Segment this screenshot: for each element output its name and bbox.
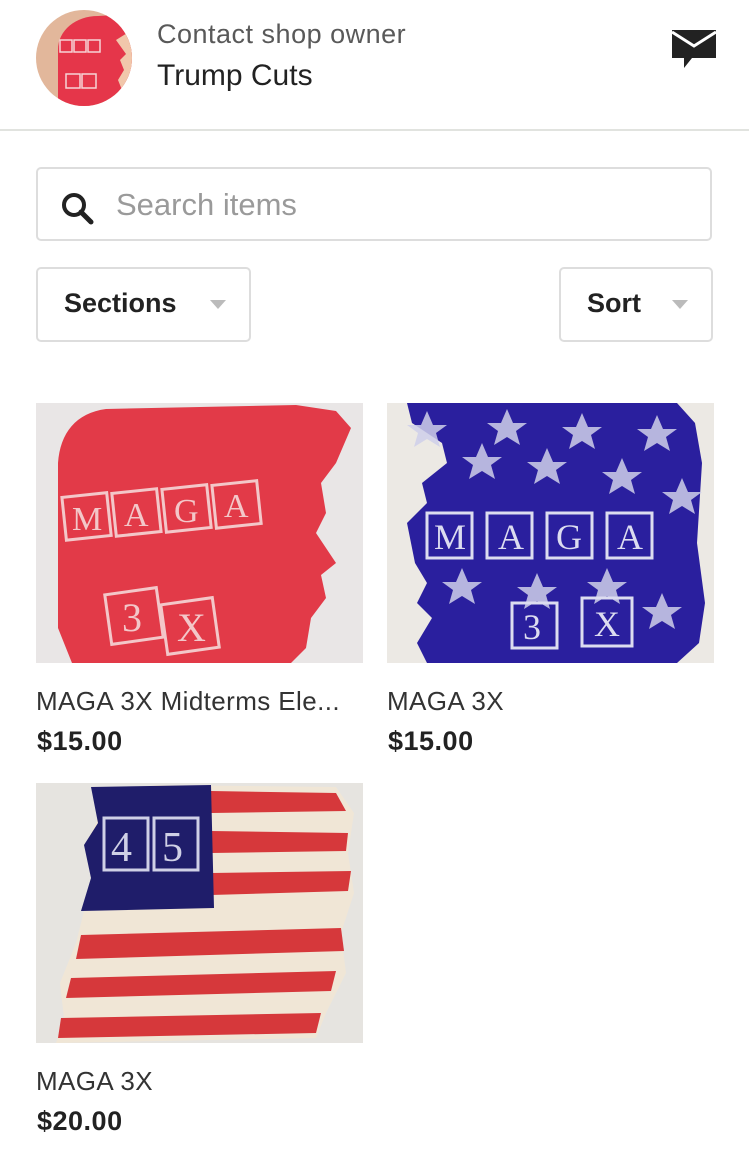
chevron-down-icon xyxy=(672,300,688,309)
avatar-image xyxy=(36,10,132,106)
shop-header: Contact shop owner Trump Cuts xyxy=(0,0,749,131)
listing-title[interactable]: MAGA 3X Midterms Ele... xyxy=(36,686,363,717)
art-letter: G xyxy=(174,493,199,530)
art-letter: M xyxy=(72,501,102,538)
listing-title[interactable]: MAGA 3X xyxy=(36,1066,363,1097)
chevron-down-icon xyxy=(210,300,226,309)
message-envelope-icon[interactable] xyxy=(670,28,718,74)
art-letter: X xyxy=(594,604,620,644)
art-letter: A xyxy=(224,488,249,525)
art-letter: 3 xyxy=(523,607,541,647)
art-letter: G xyxy=(556,517,582,557)
art-letter: 5 xyxy=(162,825,183,871)
shop-avatar[interactable] xyxy=(36,10,132,106)
search-icon xyxy=(62,193,94,225)
search-bar[interactable] xyxy=(36,167,712,241)
art-letter: 4 xyxy=(111,825,132,871)
art-letter: A xyxy=(498,517,524,557)
listing-image[interactable]: M A G A 3 X xyxy=(387,403,714,663)
listing-price: $15.00 xyxy=(37,726,123,756)
listing-card[interactable]: 4 5 MAGA 3X $20.00 xyxy=(36,783,363,1136)
art-letter: A xyxy=(617,517,643,557)
listing-card[interactable]: M A G A 3 X MAGA 3X $15.00 xyxy=(387,403,714,756)
listing-price: $15.00 xyxy=(388,726,474,756)
shop-name[interactable]: Trump Cuts xyxy=(157,59,313,93)
art-letter: X xyxy=(177,605,206,650)
art-letter: 3 xyxy=(122,595,142,640)
contact-shop-owner-label[interactable]: Contact shop owner xyxy=(157,19,406,50)
listing-image[interactable]: M A G A 3 X xyxy=(36,403,363,663)
listing-card[interactable]: M A G A 3 X MAGA 3X Midterms Ele... $15.… xyxy=(36,403,363,756)
listing-title[interactable]: MAGA 3X xyxy=(387,686,714,717)
art-letter: A xyxy=(124,497,149,534)
sections-dropdown[interactable]: Sections xyxy=(36,267,251,342)
listing-image[interactable]: 4 5 xyxy=(36,783,363,1043)
search-input[interactable] xyxy=(116,179,676,231)
sort-label: Sort xyxy=(587,288,641,318)
sort-dropdown[interactable]: Sort xyxy=(559,267,713,342)
art-letter: M xyxy=(434,517,466,557)
listing-price: $20.00 xyxy=(37,1106,123,1136)
sections-label: Sections xyxy=(64,288,177,318)
